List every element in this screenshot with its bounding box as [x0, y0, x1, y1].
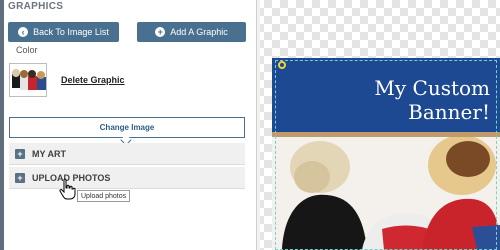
- upload-photos-tooltip: Upload photos: [77, 190, 131, 202]
- plus-icon: +: [15, 148, 25, 159]
- resize-handle[interactable]: [278, 61, 286, 69]
- plus-icon: +: [15, 172, 25, 183]
- graphic-thumbnail[interactable]: [9, 63, 47, 97]
- banner-design[interactable]: My Custom Banner!: [272, 58, 500, 250]
- thumbnail-image: [10, 64, 46, 96]
- color-label: Color: [16, 45, 38, 55]
- panel-scrollbar[interactable]: [256, 0, 260, 250]
- accordion-upload-photos[interactable]: + UPLOAD PHOTOS: [9, 167, 245, 189]
- panel-title: GRAPHICS: [8, 1, 64, 12]
- back-to-image-list-button[interactable]: ‹ Back To Image List: [8, 22, 119, 42]
- panel-edge: [0, 0, 4, 250]
- banner-photo[interactable]: [272, 137, 500, 250]
- add-button-label: Add A Graphic: [170, 27, 228, 37]
- graphics-panel: GRAPHICS ‹ Back To Image List + Add A Gr…: [0, 0, 256, 250]
- hand-cursor-icon: [59, 178, 76, 200]
- add-graphic-button[interactable]: + Add A Graphic: [137, 22, 246, 42]
- accordion-my-art[interactable]: + MY ART: [9, 143, 245, 165]
- banner-title[interactable]: My Custom Banner!: [340, 76, 490, 124]
- plus-icon: +: [155, 27, 166, 37]
- accordion-label: MY ART: [32, 148, 67, 159]
- delete-graphic-link[interactable]: Delete Graphic: [61, 75, 125, 85]
- back-icon: ‹: [18, 27, 29, 37]
- back-button-label: Back To Image List: [33, 27, 109, 37]
